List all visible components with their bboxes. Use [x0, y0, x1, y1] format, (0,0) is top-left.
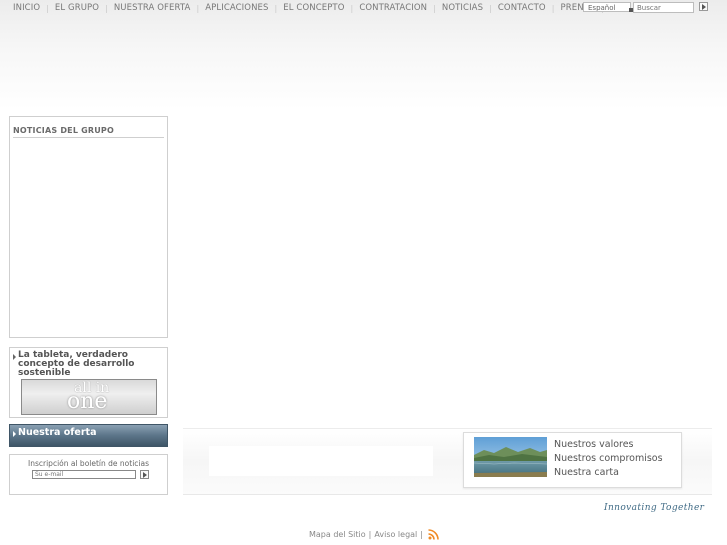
footer-separator: | — [420, 529, 423, 539]
header-background — [0, 0, 727, 110]
arrow-right-icon — [13, 431, 16, 437]
nav-item-noticias[interactable]: NOTICIAS — [436, 3, 489, 13]
tablet-promo-title[interactable]: La tableta, verdadero concepto de desarr… — [18, 351, 158, 378]
legal-notice-link[interactable]: Aviso legal — [374, 530, 417, 539]
rss-icon[interactable] — [428, 528, 439, 540]
link-our-charter[interactable]: Nuestra carta — [554, 466, 663, 480]
group-news-title: NOTICIAS DEL GRUPO — [13, 126, 164, 138]
top-navigation: INICIO | EL GRUPO | NUESTRA OFERTA | APL… — [8, 2, 604, 14]
newsletter-submit-button[interactable] — [140, 470, 149, 479]
newsletter-email-input[interactable] — [32, 470, 136, 479]
footer-links: Mapa del Sitio | Aviso legal | — [309, 528, 439, 540]
search-submit-button[interactable] — [699, 2, 708, 11]
newsletter-panel: Inscripción al boletín de noticias — [9, 454, 168, 495]
nav-item-inicio[interactable]: INICIO — [8, 3, 46, 13]
group-news-panel: NOTICIAS DEL GRUPO — [9, 116, 168, 338]
newsletter-label: Inscripción al boletín de noticias — [28, 459, 149, 468]
search-input[interactable] — [633, 2, 694, 13]
our-offer-button[interactable]: Nuestra oferta — [9, 424, 168, 447]
values-panel: Nuestros valores Nuestros compromisos Nu… — [463, 432, 682, 488]
nav-item-contratacion[interactable]: CONTRATACION — [353, 3, 433, 13]
footer-separator: | — [368, 529, 372, 539]
band-inner-panel — [209, 446, 433, 476]
all-in-one-banner-image[interactable]: all in one — [21, 379, 157, 415]
tagline-logo: Innovating Together — [604, 503, 705, 513]
language-select[interactable]: Español — [583, 2, 631, 12]
nav-item-nuestra-oferta[interactable]: NUESTRA OFERTA — [108, 3, 197, 13]
nav-item-el-grupo[interactable]: EL GRUPO — [49, 3, 105, 13]
landscape-thumbnail[interactable] — [474, 437, 547, 477]
values-links: Nuestros valores Nuestros compromisos Nu… — [554, 438, 663, 480]
tablet-promo-panel[interactable]: La tableta, verdadero concepto de desarr… — [9, 347, 168, 418]
nav-item-contacto[interactable]: CONTACTO — [492, 3, 552, 13]
link-our-values[interactable]: Nuestros valores — [554, 438, 663, 452]
arrow-right-icon — [13, 354, 16, 360]
nav-item-el-concepto[interactable]: EL CONCEPTO — [277, 3, 350, 13]
link-our-commitments[interactable]: Nuestros compromisos — [554, 452, 663, 466]
our-offer-label: Nuestra oferta — [18, 427, 97, 438]
all-in-one-logo-bottom: one — [67, 389, 108, 414]
sitemap-link[interactable]: Mapa del Sitio — [309, 530, 366, 539]
nav-item-aplicaciones[interactable]: APLICACIONES — [199, 3, 274, 13]
